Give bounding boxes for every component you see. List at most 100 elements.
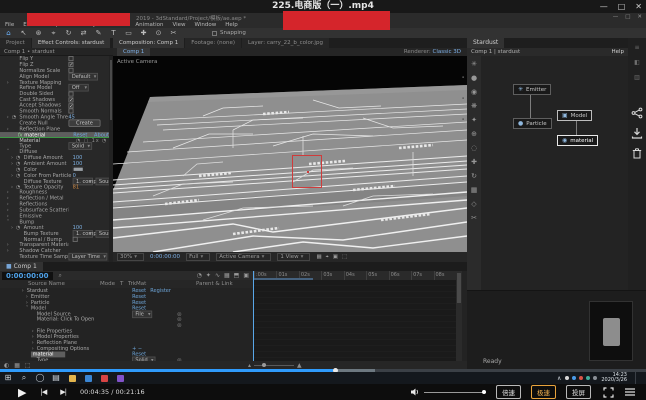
volume-slider[interactable] — [424, 392, 486, 393]
renderer-value[interactable]: Classic 3D — [432, 49, 461, 55]
tray-icon[interactable] — [579, 376, 583, 380]
comp-timecode[interactable]: 0:00:00:00 — [150, 254, 180, 260]
ae-window-control-button[interactable]: — — [613, 14, 619, 20]
player-option-button[interactable]: 极速 — [531, 385, 556, 399]
tray-icon[interactable] — [586, 376, 590, 380]
taskbar-icon[interactable]: ⌕ — [16, 373, 32, 383]
effect-property-row[interactable]: Texture Time Sampling Layer Time — [0, 254, 113, 260]
panel-tab[interactable]: Layer: carry_22_b_color.jpg — [242, 38, 329, 48]
download-icon[interactable] — [631, 127, 643, 139]
menu-item[interactable]: Help — [225, 22, 238, 28]
magnification-select[interactable]: 30% — [117, 253, 144, 261]
player-option-button[interactable]: 倍速 — [496, 385, 521, 399]
timeline-option-icon[interactable]: ▦ — [224, 272, 230, 279]
dock-icon[interactable]: ▥ — [634, 74, 640, 81]
tray-expand-icon[interactable]: ∧ — [557, 375, 561, 382]
node-tool-icon[interactable]: ❋ — [471, 102, 477, 110]
node-model[interactable]: ▣ Model — [557, 110, 592, 121]
current-timecode[interactable]: 0:00:00:00 — [2, 272, 53, 280]
playhead[interactable] — [253, 271, 254, 361]
search-icon[interactable]: ⌕ — [59, 272, 62, 280]
timeline-option-icon[interactable]: ◔ — [197, 272, 202, 279]
timeline-scrollbar[interactable] — [456, 271, 462, 361]
taskbar-app-icon[interactable] — [69, 375, 76, 382]
timeline-toggle-icon[interactable]: ⬚ — [25, 362, 31, 369]
comp-bottom-icon[interactable]: ⬚ — [342, 254, 347, 261]
tool-icon[interactable]: ⌖ — [49, 29, 58, 38]
tool-icon[interactable]: T — [109, 29, 118, 38]
trash-icon[interactable] — [631, 147, 643, 159]
timeline-toggle-icon[interactable]: ▦ — [14, 362, 20, 369]
node-tool-icon[interactable]: ◇ — [471, 200, 476, 208]
taskbar-app-icon[interactable] — [117, 375, 124, 382]
ae-window-control-button[interactable]: □ — [625, 14, 630, 20]
tool-icon[interactable]: ↻ — [64, 29, 73, 38]
comp-bottom-icon[interactable]: ▦ — [316, 254, 321, 261]
dock-icon[interactable]: ≡ — [634, 44, 639, 51]
dock-icon[interactable]: ◧ — [634, 59, 640, 66]
property-value[interactable] — [68, 62, 73, 67]
taskbar-icon[interactable]: ▤ — [48, 373, 64, 383]
volume-control[interactable] — [410, 387, 486, 397]
menu-item[interactable]: Animation — [135, 22, 163, 28]
comp-bottom-icon[interactable]: ⌖ — [326, 254, 329, 261]
node-tool-icon[interactable]: ✂ — [471, 214, 477, 222]
panel-tab[interactable]: Footage: (none) — [185, 38, 241, 48]
panel-tab[interactable]: Composition: Comp 1 — [113, 38, 184, 48]
taskbar-app-icon[interactable] — [101, 375, 108, 382]
node-tool-icon[interactable]: ◉ — [471, 88, 477, 96]
timeline-zoom-slider[interactable]: ▴▲ — [248, 362, 302, 369]
node-tool-icon[interactable]: ▦ — [471, 186, 478, 194]
property-value[interactable] — [68, 91, 73, 96]
node-emitter[interactable]: ✳ Emitter — [513, 84, 551, 95]
tray-icon[interactable] — [565, 376, 569, 380]
tray-icon[interactable] — [593, 376, 597, 380]
snapping-toggle[interactable]: Snapping — [212, 30, 246, 36]
tool-icon[interactable]: ⌂ — [4, 29, 13, 38]
fullscreen-icon[interactable] — [603, 387, 614, 398]
clock[interactable]: 14:23 2020/3/26 — [601, 373, 627, 384]
timeline-option-icon[interactable]: ✦ — [206, 272, 211, 279]
stardust-tab[interactable]: Stardust — [467, 38, 504, 48]
node-tool-icon[interactable]: ✳ — [471, 60, 477, 68]
node-tool-icon[interactable]: ◌ — [471, 144, 477, 152]
tray-icon[interactable] — [572, 376, 576, 380]
taskbar-icon[interactable]: ⊞ — [0, 373, 16, 383]
camera-select[interactable]: Active Camera — [216, 253, 271, 261]
tool-icon[interactable]: ✚ — [139, 29, 148, 38]
node-tool-icon[interactable]: ✚ — [471, 158, 477, 166]
resolution-select[interactable]: Full — [186, 253, 210, 261]
window-control-button[interactable]: ✕ — [635, 2, 642, 11]
tool-icon[interactable]: ▭ — [124, 29, 133, 38]
composition-viewport[interactable]: Active Camera — [113, 56, 467, 252]
ae-window-control-button[interactable]: ✕ — [637, 14, 642, 20]
show-desktop-button[interactable] — [635, 372, 638, 384]
taskbar-app-icon[interactable] — [85, 375, 92, 382]
play-button[interactable]: ▶ — [18, 386, 26, 399]
keyframe-lane[interactable] — [253, 280, 456, 361]
window-control-button[interactable]: — — [600, 2, 608, 11]
share-icon[interactable] — [631, 107, 643, 119]
node-tool-icon[interactable]: ↻ — [471, 172, 477, 180]
tool-icon[interactable]: ⇄ — [79, 29, 88, 38]
property-value[interactable] — [68, 56, 73, 61]
comp-breadcrumb[interactable]: Comp 1 — [117, 48, 150, 56]
timeline-toggle-icon[interactable]: ◐ — [4, 362, 9, 369]
property-value[interactable] — [68, 97, 73, 102]
view-layout-select[interactable]: 1 View — [277, 253, 310, 261]
menu-item[interactable]: Window — [195, 22, 217, 28]
menu-item[interactable]: File — [5, 22, 14, 28]
comp-bottom-icon[interactable]: ▣ — [333, 254, 338, 261]
window-control-button[interactable]: □ — [618, 2, 626, 11]
timeline-tab[interactable]: ■ Comp 1 — [0, 262, 43, 271]
property-value[interactable] — [73, 237, 78, 242]
timeline-option-icon[interactable]: ▣ — [243, 272, 249, 279]
property-value[interactable] — [73, 167, 84, 172]
help-link[interactable]: Help — [611, 49, 624, 55]
column-header[interactable]: Parent & Link — [196, 280, 233, 288]
timeline-option-icon[interactable]: ⬒ — [234, 272, 240, 279]
layer-selection-box[interactable] — [292, 155, 322, 188]
node-tool-icon[interactable]: ● — [471, 74, 477, 82]
previous-button[interactable]: |◀ — [40, 388, 46, 396]
node-tool-icon[interactable]: ✦ — [471, 116, 477, 124]
